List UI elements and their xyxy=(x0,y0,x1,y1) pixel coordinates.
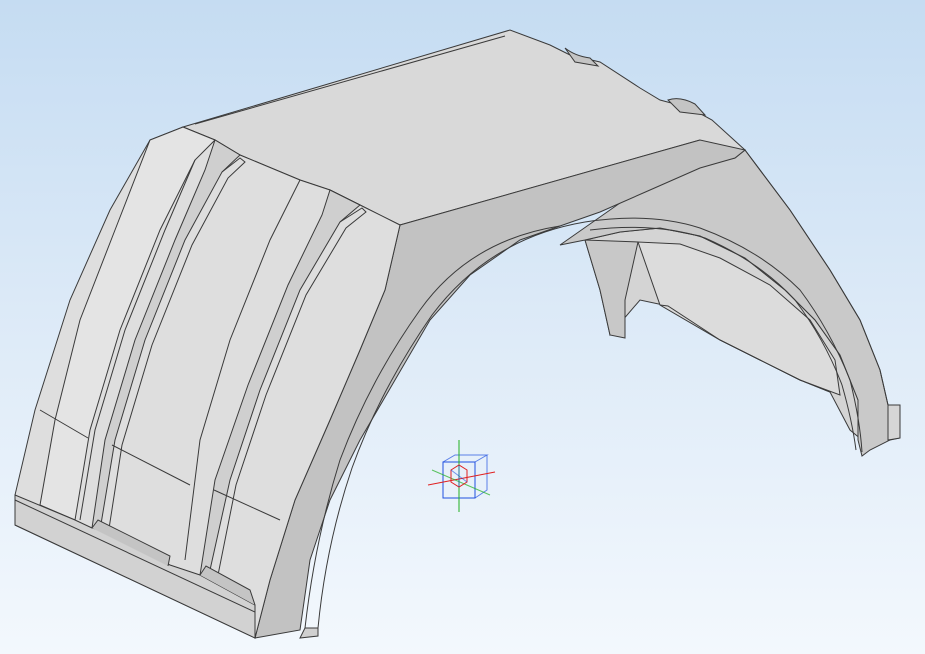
model-scene[interactable] xyxy=(0,0,925,654)
left-front-panel xyxy=(14,126,401,639)
coordinate-triad-icon xyxy=(427,440,496,512)
3d-viewport[interactable] xyxy=(0,0,925,654)
